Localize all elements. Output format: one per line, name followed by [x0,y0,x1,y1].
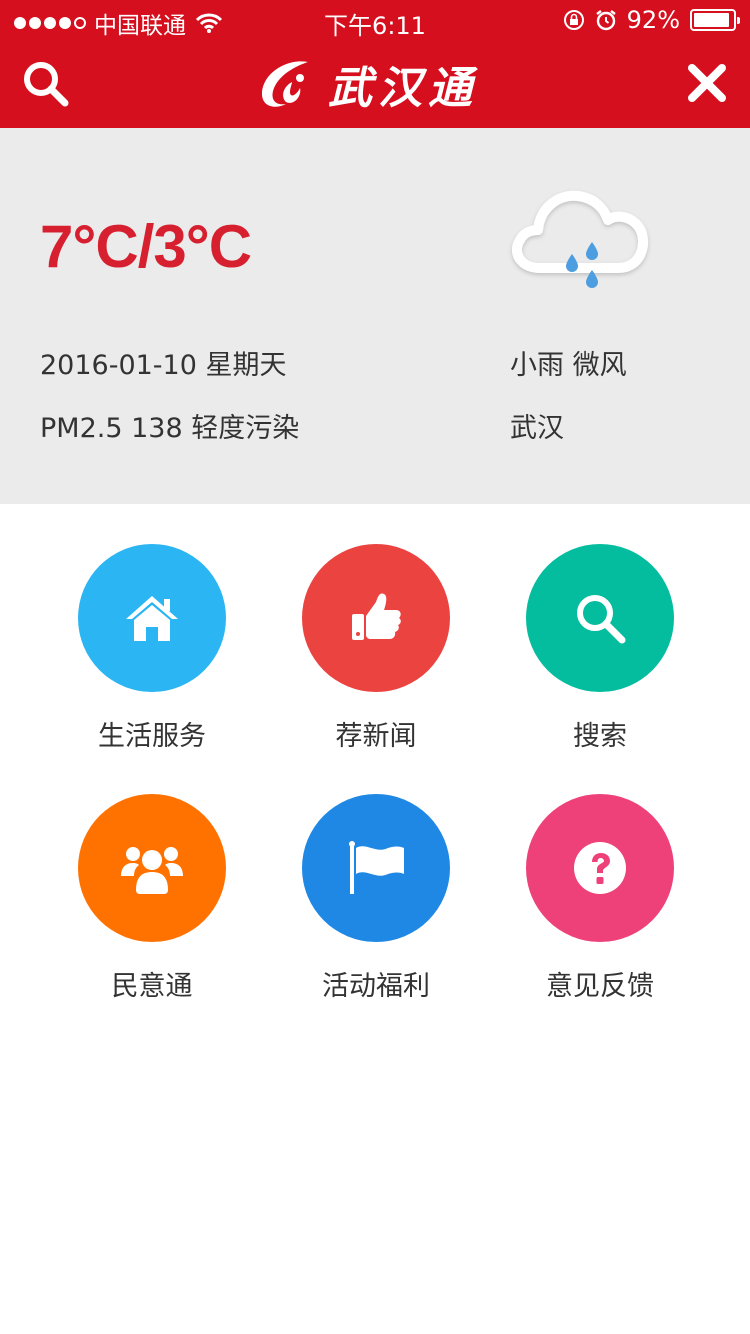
air-quality: PM2.5 138 轻度污染 [40,413,300,444]
app-logo: 武汉通 [256,54,478,114]
menu-label: 意见反馈 [546,971,654,1002]
weather-condition: 小雨 微风 [510,350,627,381]
weather-panel: 7°C/3°C 2016-01-10 星期天 PM2.5 138 轻度污染 小雨… [0,128,750,504]
menu-icon-circle[interactable] [78,544,226,692]
menu-icon-circle[interactable] [526,544,674,692]
menu-label: 生活服务 [98,721,206,752]
menu-icon-circle[interactable] [78,794,226,942]
close-icon[interactable] [686,62,728,104]
menu-item-search[interactable]: 搜索 [488,504,712,752]
battery-icon [690,9,740,31]
menu-item-recommended-news[interactable]: 荐新闻 [264,504,488,752]
temperature: 7°C/3°C [40,213,252,280]
status-right: 92% [563,6,740,34]
logo-mark-icon [262,61,308,107]
users-icon [121,847,183,894]
status-left: 中国联通 [14,6,222,40]
menu-item-feedback[interactable]: 意见反馈 [488,754,712,1002]
battery-percent: 92% [626,6,680,34]
flag-icon [349,841,404,894]
app-name: 武汉通 [328,63,478,114]
wifi-icon [196,13,222,33]
menu-icon-circle[interactable] [526,794,674,942]
search-icon [577,595,626,644]
menu-icon-circle[interactable] [302,794,450,942]
battery-level [694,13,729,27]
rotation-lock-icon [563,10,584,30]
menu-item-public-opinion[interactable]: 民意通 [40,754,264,1002]
menu-item-life-services[interactable]: 生活服务 [40,504,264,752]
carrier-name: 中国联通 [94,13,186,39]
menu-icon-circle[interactable] [302,544,450,692]
alarm-icon [595,10,616,31]
menu-label: 活动福利 [322,971,430,1002]
question-icon [574,842,626,894]
menu-item-activities[interactable]: 活动福利 [264,754,488,1002]
search-icon[interactable] [20,58,70,108]
menu-label: 搜索 [573,721,627,752]
home-icon [126,596,178,641]
weather-city: 武汉 [510,413,564,444]
thumbs-up-icon [352,593,401,640]
status-bar: 中国联通 下午6:11 92% [0,0,750,40]
nav-bar: 武汉通 [0,40,750,128]
light-rain-icon [511,190,649,288]
menu-label: 荐新闻 [335,721,417,752]
top-bar: 中国联通 下午6:11 92% 武汉通 [0,0,750,128]
weather-date: 2016-01-10 星期天 [40,350,287,381]
menu-label: 民意通 [111,971,193,1002]
signal-strength-icon [14,17,86,29]
